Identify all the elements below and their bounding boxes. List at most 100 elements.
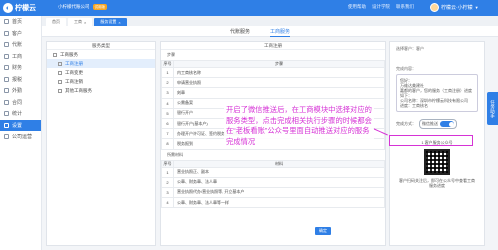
row-step: 内工商核名称 [173,66,385,79]
toggle-switch[interactable] [440,121,454,127]
tab-service-settings[interactable]: 服务设置 × [94,18,127,26]
col-step: 步骤 [173,60,385,68]
sidebar-item-label: 工商 [12,53,23,60]
sidebar-item-label: 客户 [12,30,23,37]
field-icon [4,88,9,94]
service-tabs: 代账服务 工商服务 [42,26,498,37]
annotation-highlight [389,135,473,146]
panel-title: 工商注册 [161,42,385,50]
sidebar-item-settings[interactable]: 设置 [0,119,41,131]
row-step: 刻章 [173,87,385,99]
gear-icon [4,122,9,128]
bookkeeping-icon [4,42,9,48]
sidebar-item-label: 代账 [12,42,23,49]
row-material: 营业执照代办/营业执照等, 开立基本户 [173,186,385,199]
close-icon[interactable]: × [118,20,120,25]
table-row[interactable]: 1 内工商核名称 [161,66,385,79]
push-method-row: 完成方式： 微信推送 [390,116,484,132]
company-switcher[interactable]: 小柠檬代账公司 试用版 [58,4,107,10]
row-num: 1 [161,166,174,178]
message-preview-card: 您好： 万维达美建社 嘉都的客户，您的服务（工商注册）进度如下： 公司名称：深圳… [396,74,478,112]
panel-title: 服务类型 [47,42,155,50]
customer-label: 选择客户：客户 [396,46,424,51]
academy-link[interactable]: 设计学院 [372,4,390,10]
sidebar-item-home[interactable]: 首页 [0,16,41,28]
row-num: 2 [161,176,174,188]
row-num: 3 [161,87,174,99]
table-row[interactable]: 2 申请营业执照 [161,77,385,89]
sidebar-item-tax[interactable]: 报税 [0,74,41,86]
category-business-service[interactable]: 工商服务 [47,50,155,59]
category-label: 工商服务 [60,51,78,57]
sidebar-item-business[interactable]: 工商 [0,51,41,63]
preview-line: 进度：工商核名 [400,103,428,108]
table-row[interactable]: 1 营业执照正、副本 [161,166,385,178]
tab-label: 服务设置 [100,19,117,24]
qr-section: 1 客户服务公众号 客户扫码关注后，即可在公众号中查看工商服务进度 [390,140,484,188]
wechat-push-toggle[interactable]: 微信推送 [419,119,457,129]
annotation-text: 开启了微信推送后，在工商模块中选择对应的服务类型，点击完成相关执行步骤的时候都会… [224,104,374,148]
category-change[interactable]: 工商变更 [47,68,155,77]
category-label: 工商注销 [65,78,83,84]
row-num: 3 [161,186,174,199]
sidebar-item-label: 报税 [12,76,23,83]
tab-agency-service[interactable]: 代账服务 [230,28,250,35]
sidebar-item-contract[interactable]: 合同 [0,97,41,109]
home-icon [4,19,9,25]
tab-business-service[interactable]: 工商服务 [270,28,291,37]
push-method-label: 完成方式： [396,121,416,126]
sidebar-item-stats[interactable]: 统计 [0,108,41,120]
materials-section-title: 所需材料 [167,151,183,157]
sidebar-item-label: 公司运营 [12,134,33,141]
file-icon [58,88,62,93]
category-other[interactable]: 其他工商服务 [47,86,155,95]
table-row[interactable]: 2 公章、财务章、法人章 [161,176,385,188]
table-row[interactable]: 3 营业执照代办/营业执照等, 开立基本户 [161,186,385,199]
service-type-panel: 服务类型 工商服务 工商注册 工商变更 工商注销 其他工商服务 [46,41,156,246]
toggle-text: 微信推送 [422,121,438,126]
operations-icon [4,134,9,140]
sidebar-item-customers[interactable]: 客户 [0,28,41,40]
close-icon[interactable]: × [84,20,86,25]
tab-label: 首页 [52,19,60,24]
confirm-button[interactable]: 确定 [315,227,331,235]
qr-code-image [424,149,450,175]
sidebar-item-label: 外勤 [12,88,23,95]
tab-business[interactable]: 工商 × [68,18,93,26]
lemon-logo-icon: ◐ [3,3,13,13]
folder-icon [53,52,57,57]
row-step: 申请营业执照 [173,77,385,89]
sidebar-item-label: 设置 [12,122,23,129]
file-icon [58,61,62,66]
preview-label: 完成内容： [396,66,416,71]
row-num: 8 [161,138,174,150]
sidebar-item-label: 统计 [12,111,23,118]
help-link[interactable]: 使用帮助 [348,4,366,10]
trial-badge: 试用版 [92,4,107,10]
sidebar-item-field[interactable]: 外勤 [0,85,41,97]
user-menu[interactable]: 柠檬云·小柠檬 ▼ [430,3,479,12]
tab-home[interactable]: 首页 [46,18,66,26]
qr-caption: 客户扫码关注后，即可在公众号中查看工商服务进度 [399,178,475,188]
sidebar-item-operations[interactable]: 公司运营 [0,131,41,143]
table-row[interactable]: 4 公章、财务章、法人章等一样 [161,197,385,209]
task-assistant-tab[interactable]: 任务助手 [487,92,498,125]
category-cancellation[interactable]: 工商注销 [47,77,155,86]
row-num: 1 [161,66,174,79]
contact-link[interactable]: 联系我们 [396,4,414,10]
tab-label: 工商 [74,19,82,24]
chevron-down-icon: ▼ [474,5,479,10]
app-logo[interactable]: ◐ 柠檬云 [3,2,36,14]
category-label: 其他工商服务 [65,87,92,93]
sidebar-item-bookkeeping[interactable]: 代账 [0,39,41,51]
table-row[interactable]: 3 刻章 [161,87,385,99]
sidebar-item-label: 首页 [12,19,23,26]
col-num: 序号 [161,159,174,168]
materials-table: 序号 材料 1 营业执照正、副本 2 公章、财务章、法人章 3 营业执照代办/营业执照等… [161,159,385,209]
row-material: 公章、财务章、法人章 [173,176,385,188]
category-label: 工商注册 [65,60,83,66]
category-label: 工商变更 [65,69,83,75]
category-registration[interactable]: 工商注册 [47,59,155,68]
preview-line: 嘉都的客户，您的服务（工商注册）进度如下： [400,88,472,98]
sidebar-item-finance[interactable]: 财务 [0,62,41,74]
